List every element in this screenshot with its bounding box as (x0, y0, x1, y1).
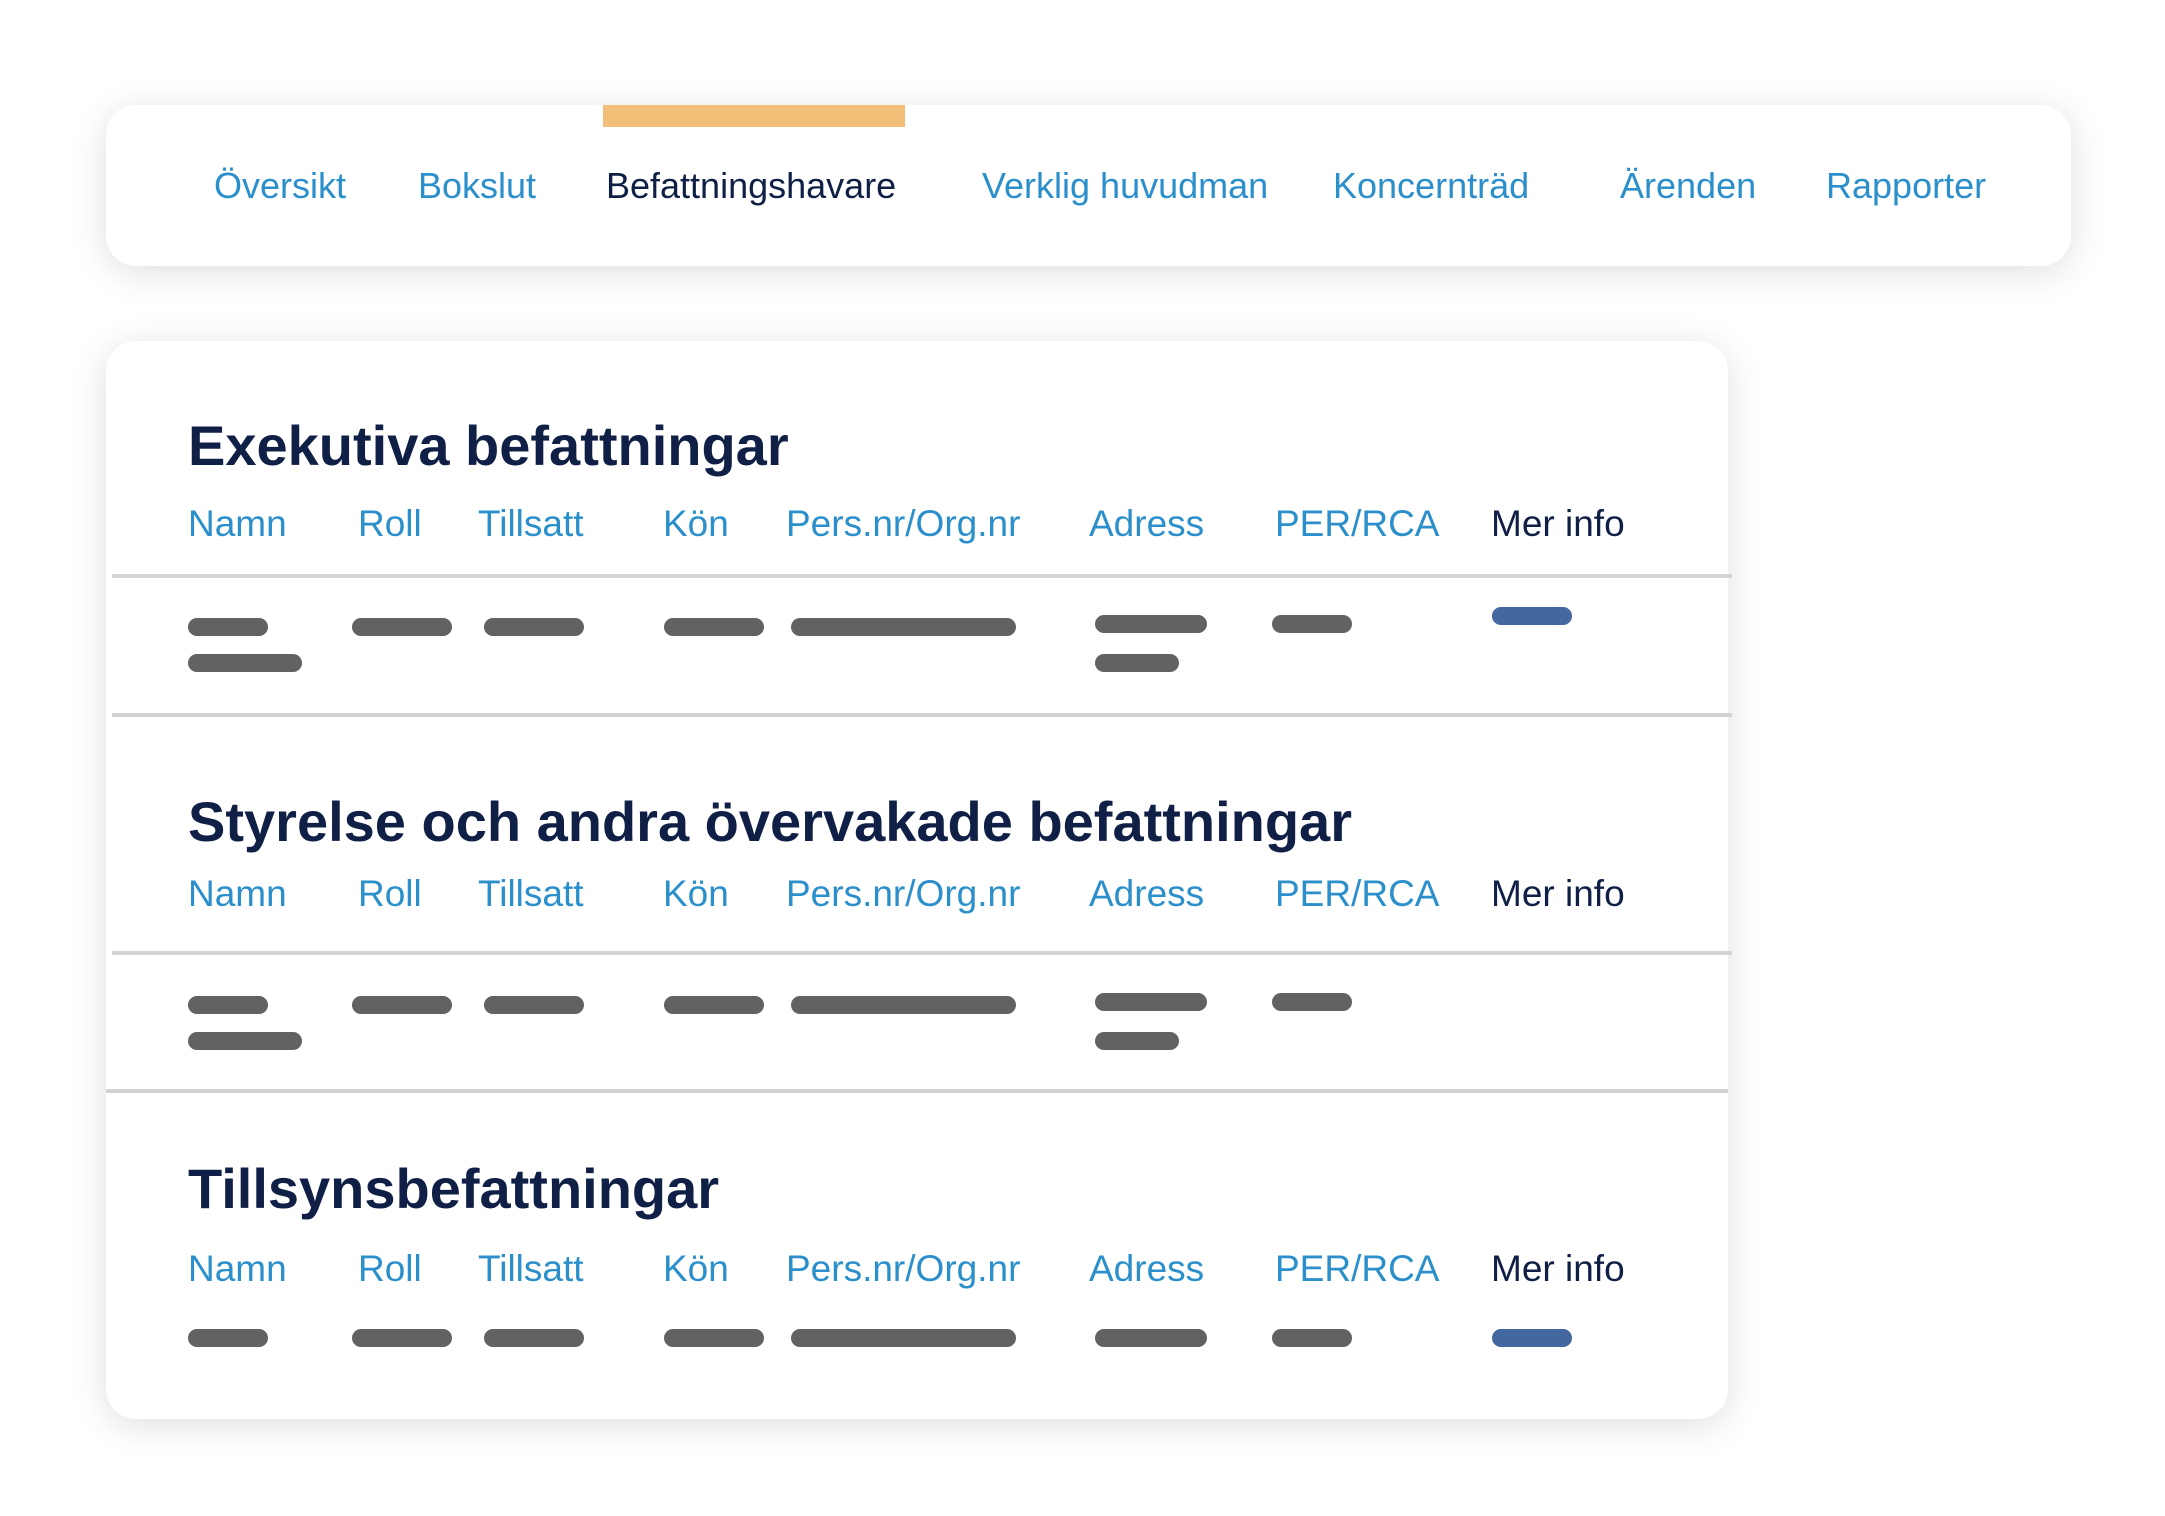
column-header-persnr: Pers.nr/Org.nr (786, 503, 1021, 544)
tab-verklig-huvudman[interactable]: Verklig huvudman (982, 165, 1268, 207)
column-header-adress: Adress (1089, 873, 1205, 914)
officers-panel: Exekutiva befattningar Namn Roll Tillsat… (106, 341, 1732, 1419)
placeholder-id-number (791, 1329, 1016, 1347)
placeholder-name-line (188, 654, 302, 672)
column-header-per-rca: PER/RCA (1275, 873, 1440, 914)
placeholder-gender (664, 1329, 764, 1347)
placeholder-gender (664, 996, 764, 1014)
placeholder-address-line (1095, 1032, 1179, 1050)
placeholder-name (188, 1329, 268, 1347)
column-header-per-rca: PER/RCA (1275, 1248, 1440, 1289)
column-header-mer-info: Mer info (1491, 503, 1625, 544)
column-header-mer-info: Mer info (1491, 873, 1625, 914)
column-header-adress: Adress (1089, 503, 1205, 544)
column-header-persnr: Pers.nr/Org.nr (786, 1248, 1021, 1289)
tab-bokslut[interactable]: Bokslut (418, 165, 536, 207)
placeholder-address-line (1095, 993, 1207, 1011)
column-header-namn: Namn (188, 873, 287, 914)
column-header-kon: Kön (663, 503, 729, 544)
header-divider (112, 574, 1732, 578)
section-title-executive: Exekutiva befattningar (188, 414, 789, 477)
placeholder-per-rca (1272, 993, 1352, 1011)
column-header-persnr: Pers.nr/Org.nr (786, 873, 1021, 914)
placeholder-address-line (1095, 654, 1179, 672)
placeholder-id-number (791, 996, 1016, 1014)
placeholder-appointed (484, 996, 584, 1014)
placeholder-per-rca (1272, 1329, 1352, 1347)
section-title-board: Styrelse och andra övervakade befattning… (188, 790, 1352, 853)
column-header-kon: Kön (663, 1248, 729, 1289)
section-divider (112, 713, 1732, 717)
tab-koncerntrad[interactable]: Koncernträd (1333, 165, 1529, 207)
placeholder-address-line (1095, 615, 1207, 633)
placeholder-role (352, 618, 452, 636)
more-info-button[interactable] (1492, 1329, 1572, 1347)
placeholder-appointed (484, 618, 584, 636)
column-header-tillsatt: Tillsatt (478, 503, 584, 544)
placeholder-name-line (188, 1032, 302, 1050)
header-divider (112, 951, 1732, 955)
placeholder-role (352, 996, 452, 1014)
column-header-namn: Namn (188, 1248, 287, 1289)
column-header-tillsatt: Tillsatt (478, 1248, 584, 1289)
column-header-namn: Namn (188, 503, 287, 544)
active-tab-indicator (603, 105, 905, 127)
column-header-adress: Adress (1089, 1248, 1205, 1289)
section-title-supervisory: Tillsynsbefattningar (188, 1157, 720, 1220)
tab-befattningshavare[interactable]: Befattningshavare (606, 165, 896, 207)
column-header-roll: Roll (358, 1248, 422, 1289)
column-header-kon: Kön (663, 873, 729, 914)
tab-rapporter[interactable]: Rapporter (1826, 165, 1986, 207)
column-header-roll: Roll (358, 873, 422, 914)
section-divider (106, 1089, 1728, 1093)
column-header-mer-info: Mer info (1491, 1248, 1625, 1289)
column-header-roll: Roll (358, 503, 422, 544)
placeholder-name-line (188, 996, 268, 1014)
tab-arenden[interactable]: Ärenden (1620, 165, 1756, 207)
placeholder-appointed (484, 1329, 584, 1347)
placeholder-role (352, 1329, 452, 1347)
placeholder-per-rca (1272, 615, 1352, 633)
tab-oversikt[interactable]: Översikt (214, 165, 346, 207)
column-header-per-rca: PER/RCA (1275, 503, 1440, 544)
navigation-bar: Översikt Bokslut Befattningshavare Verkl… (106, 105, 2071, 266)
placeholder-name-line (188, 618, 268, 636)
placeholder-address (1095, 1329, 1207, 1347)
more-info-button[interactable] (1492, 607, 1572, 625)
placeholder-gender (664, 618, 764, 636)
placeholder-id-number (791, 618, 1016, 636)
column-header-tillsatt: Tillsatt (478, 873, 584, 914)
